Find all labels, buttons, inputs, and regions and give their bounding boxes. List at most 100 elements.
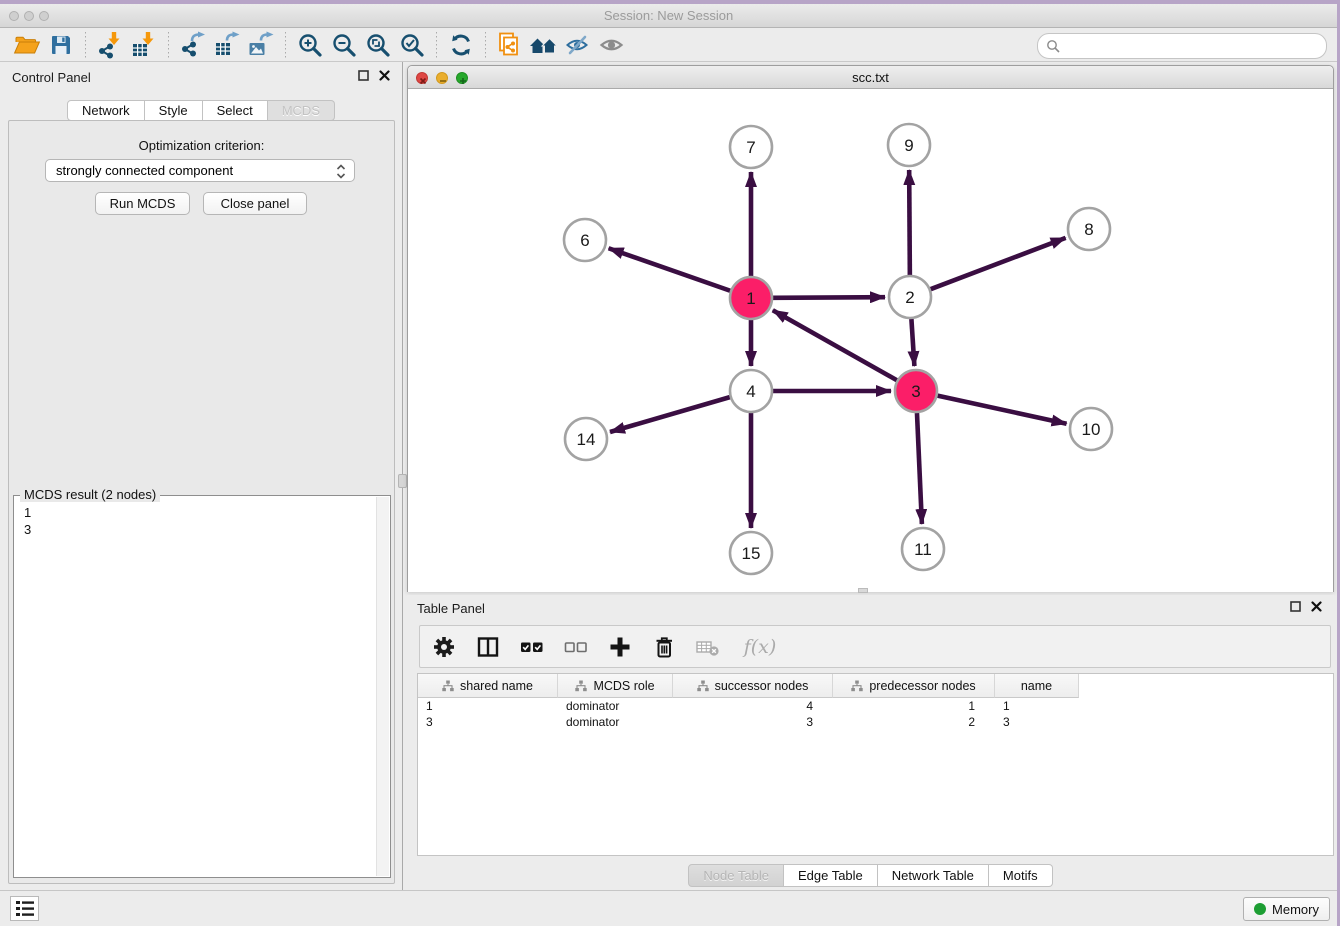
deselect-all-button[interactable]: [562, 632, 590, 662]
zoom-fit-button[interactable]: [361, 30, 395, 60]
edge-2-3[interactable]: [911, 319, 914, 366]
tab-network-table[interactable]: Network Table: [878, 864, 989, 887]
close-panel-button[interactable]: Close panel: [203, 192, 307, 215]
close-panel-icon[interactable]: [379, 70, 390, 81]
new-network-from-selection-button[interactable]: [493, 30, 527, 60]
node-3[interactable]: 3: [895, 370, 937, 412]
network-view-window: scc.txt 7 9 6 8 1 2 4 3 14 10 15 11: [407, 65, 1334, 592]
svg-text:8: 8: [1084, 220, 1093, 239]
save-session-button[interactable]: [44, 30, 78, 60]
tab-select[interactable]: Select: [203, 100, 268, 121]
tab-edge-table[interactable]: Edge Table: [784, 864, 878, 887]
edge-1-6[interactable]: [609, 248, 731, 290]
export-image-button[interactable]: [244, 30, 278, 60]
status-bar: Memory: [0, 890, 1337, 926]
task-list-icon: [15, 900, 35, 917]
zoom-out-button[interactable]: [327, 30, 361, 60]
result-scrollbar[interactable]: [376, 497, 389, 876]
run-mcds-button[interactable]: Run MCDS: [95, 192, 190, 215]
close-panel-icon[interactable]: [1311, 601, 1322, 612]
tab-mcds[interactable]: MCDS: [268, 100, 335, 121]
tab-network[interactable]: Network: [67, 100, 145, 121]
node-10[interactable]: 10: [1070, 408, 1112, 450]
task-history-button[interactable]: [10, 896, 39, 921]
optimization-criterion-label: Optimization criterion:: [9, 138, 394, 153]
table-settings-button[interactable]: [430, 632, 458, 662]
node-7[interactable]: 7: [730, 126, 772, 168]
edge-4-14[interactable]: [610, 397, 730, 432]
unchecked-boxes-icon: [563, 635, 589, 659]
export-table-icon: [213, 31, 241, 59]
node-4[interactable]: 4: [730, 370, 772, 412]
node-9[interactable]: 9: [888, 124, 930, 166]
column-header-MCDS-role[interactable]: MCDS role: [558, 674, 673, 698]
float-panel-icon[interactable]: [1290, 601, 1301, 612]
horizontal-splitter-handle[interactable]: [858, 588, 868, 593]
table-row[interactable]: 1dominator411: [418, 698, 1333, 714]
refresh-button[interactable]: [444, 30, 478, 60]
node-15[interactable]: 15: [730, 532, 772, 574]
node-8[interactable]: 8: [1068, 208, 1110, 250]
edge-3-11[interactable]: [917, 413, 922, 524]
criterion-value: strongly connected component: [56, 163, 233, 178]
first-neighbors-button[interactable]: [527, 30, 561, 60]
column-type-icon: [697, 680, 709, 692]
node-6[interactable]: 6: [564, 219, 606, 261]
show-columns-button[interactable]: [474, 632, 502, 662]
app-title: Session: New Session: [0, 8, 1337, 23]
edge-3-1[interactable]: [773, 310, 897, 380]
hide-selected-button[interactable]: [561, 30, 595, 60]
delete-column-button[interactable]: [650, 632, 678, 662]
criterion-select[interactable]: strongly connected component: [45, 159, 355, 182]
columns-icon: [476, 635, 500, 659]
node-11[interactable]: 11: [902, 528, 944, 570]
zoom-selected-icon: [399, 32, 425, 58]
node-table-header: shared nameMCDS rolesuccessor nodesprede…: [418, 674, 1333, 698]
table-cell: 3: [418, 714, 558, 730]
houses-icon: [529, 32, 559, 58]
column-header-successor-nodes[interactable]: successor nodes: [673, 674, 833, 698]
zoom-selected-button[interactable]: [395, 30, 429, 60]
float-panel-icon[interactable]: [358, 70, 369, 81]
edge-1-2[interactable]: [773, 297, 885, 298]
show-all-button[interactable]: [595, 30, 629, 60]
search-input[interactable]: [1037, 33, 1327, 59]
table-row[interactable]: 3dominator323: [418, 714, 1333, 730]
import-network-button[interactable]: [93, 30, 127, 60]
tab-node-table[interactable]: Node Table: [688, 864, 784, 887]
edge-3-10[interactable]: [937, 396, 1066, 424]
network-window-titlebar: scc.txt: [408, 66, 1333, 89]
mcds-result-legend: MCDS result (2 nodes): [20, 487, 160, 502]
column-header-shared-name[interactable]: shared name: [418, 674, 558, 698]
edge-2-8[interactable]: [931, 238, 1066, 289]
node-14[interactable]: 14: [565, 418, 607, 460]
mcds-panel-body: Optimization criterion: strongly connect…: [8, 120, 395, 884]
table-cell: 1: [418, 698, 558, 714]
column-header-predecessor-nodes[interactable]: predecessor nodes: [833, 674, 995, 698]
zoom-in-button[interactable]: [293, 30, 327, 60]
function-builder-button-disabled[interactable]: f(x): [738, 632, 782, 662]
svg-text:2: 2: [905, 288, 914, 307]
open-session-button[interactable]: [10, 30, 44, 60]
edge-2-9[interactable]: [909, 170, 910, 275]
import-network-icon: [96, 31, 124, 59]
vertical-splitter-handle[interactable]: [398, 474, 407, 488]
control-panel-tabs: NetworkStyleSelectMCDS: [0, 100, 402, 121]
eye-slash-icon: [564, 32, 592, 58]
tab-style[interactable]: Style: [145, 100, 203, 121]
memory-button[interactable]: Memory: [1243, 897, 1330, 921]
control-panel-title: Control Panel: [12, 70, 91, 85]
add-column-button[interactable]: [606, 632, 634, 662]
export-network-button[interactable]: [176, 30, 210, 60]
delete-table-button-disabled[interactable]: [694, 632, 722, 662]
tab-motifs[interactable]: Motifs: [989, 864, 1053, 887]
svg-text:9: 9: [904, 136, 913, 155]
column-header-name[interactable]: name: [995, 674, 1079, 698]
node-1[interactable]: 1: [730, 277, 772, 319]
select-stepper-icon: [336, 163, 346, 183]
network-canvas[interactable]: 7 9 6 8 1 2 4 3 14 10 15 11: [408, 89, 1333, 592]
import-table-button[interactable]: [127, 30, 161, 60]
export-table-button[interactable]: [210, 30, 244, 60]
select-all-button[interactable]: [518, 632, 546, 662]
node-2[interactable]: 2: [889, 276, 931, 318]
